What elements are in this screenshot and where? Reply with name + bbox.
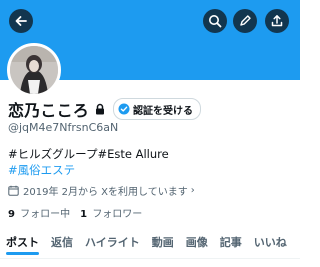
back-button[interactable] — [9, 9, 33, 33]
verify-label: 認証を受ける — [133, 105, 194, 117]
tab-replies[interactable]: 返信 — [45, 230, 79, 254]
active-tab-indicator — [6, 252, 39, 255]
tab-label: ハイライト — [85, 236, 140, 249]
lock-icon — [95, 103, 105, 115]
user-handle: @jqM4e7NfrsnC6aN — [8, 121, 119, 134]
tab-articles[interactable]: 記事 — [214, 230, 248, 254]
tab-label: 動画 — [151, 236, 174, 249]
display-name: 恋乃こころ — [8, 101, 90, 120]
tab-likes[interactable]: いいね — [248, 230, 293, 254]
share-icon — [271, 15, 283, 27]
pencil-icon — [240, 15, 251, 26]
tab-label: 記事 — [219, 236, 242, 249]
bio-hashtag-link[interactable]: #風俗エステ — [8, 162, 75, 178]
share-button[interactable] — [265, 9, 289, 33]
edit-button[interactable] — [233, 9, 257, 33]
tab-media[interactable]: 画像 — [180, 230, 214, 254]
following-label: フォロー中 — [20, 209, 71, 220]
following-link[interactable]: 9 フォロー中 — [8, 205, 70, 220]
followers-count: 1 — [80, 209, 88, 220]
tab-videos[interactable]: 動画 — [146, 230, 180, 254]
chevron-right-icon[interactable]: › — [191, 185, 195, 196]
name-row: 恋乃こころ 認証を受ける — [8, 98, 202, 120]
avatar-photo — [10, 46, 58, 94]
follow-stats: 9 フォロー中 1 フォロワー — [8, 205, 152, 220]
calendar-icon — [8, 185, 19, 196]
tabs-divider — [0, 258, 300, 259]
followers-label: フォロワー — [92, 209, 143, 220]
arrow-left-icon — [15, 16, 27, 26]
bio-hashtags[interactable]: #ヒルズグループ#Este Allure — [8, 146, 169, 162]
followers-link[interactable]: 1 フォロワー — [80, 205, 142, 220]
get-verified-button[interactable]: 認証を受ける — [113, 98, 202, 120]
joined-date: 2019年 2月から Xを利用しています › — [8, 182, 195, 198]
search-button[interactable] — [203, 9, 227, 33]
tab-highlights[interactable]: ハイライト — [79, 230, 146, 254]
profile-tabs: ポスト 返信 ハイライト 動画 画像 記事 いいね — [0, 230, 300, 258]
following-count: 9 — [8, 209, 15, 220]
tab-label: ポスト — [6, 236, 39, 249]
verified-badge-icon — [118, 103, 130, 115]
search-icon — [209, 15, 222, 28]
tab-label: 画像 — [185, 236, 208, 249]
tab-posts[interactable]: ポスト — [0, 230, 45, 255]
tab-label: 返信 — [51, 236, 73, 249]
joined-text: 2019年 2月から Xを利用しています — [23, 186, 188, 198]
tab-label: いいね — [253, 236, 287, 249]
avatar[interactable] — [7, 43, 61, 97]
